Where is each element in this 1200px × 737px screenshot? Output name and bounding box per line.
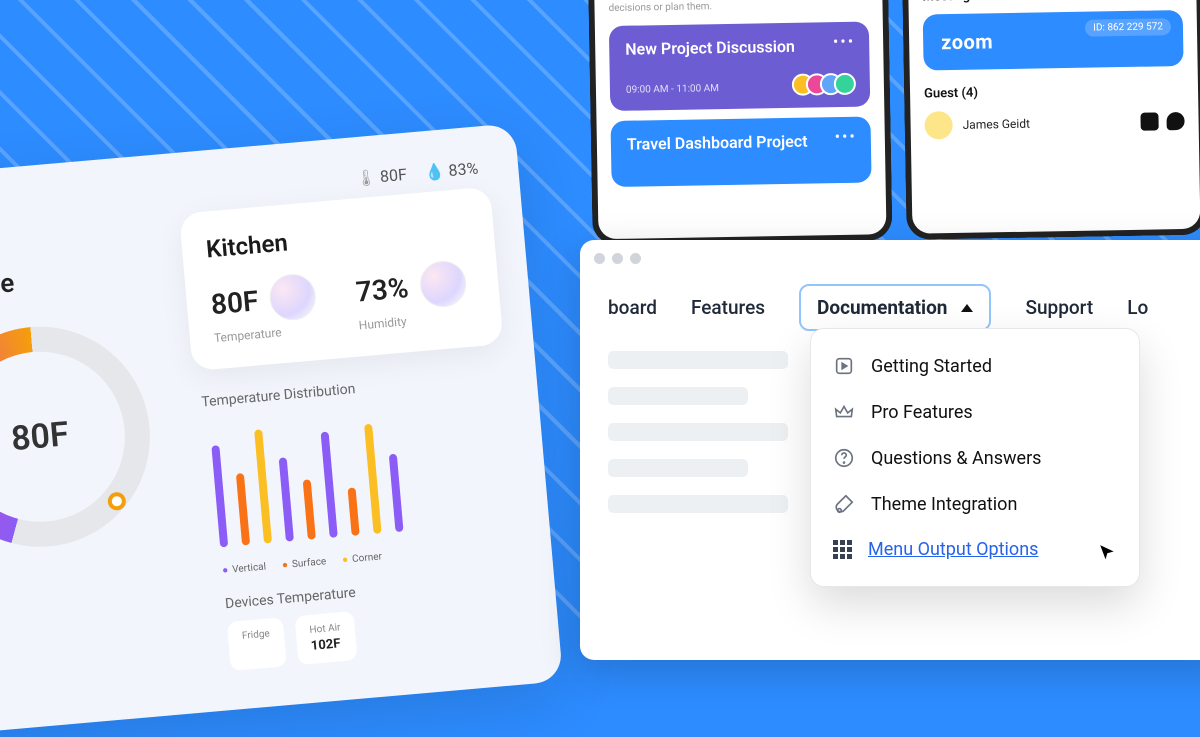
kitchen-hum-label: Humidity: [358, 314, 407, 332]
browser-window: board Features Documentation Support Lo …: [580, 240, 1200, 660]
temp-bubble-icon: [268, 272, 318, 322]
nav-board[interactable]: board: [608, 296, 657, 319]
gauge-value: 80F: [9, 414, 70, 459]
droplet-icon: 💧83%: [424, 159, 479, 183]
phone-icon[interactable]: [1140, 112, 1158, 130]
nav-documentation[interactable]: Documentation: [799, 284, 991, 331]
dashboard-card: 🌡80F 💧83% perature 80F Kitchen 80F: [0, 123, 563, 737]
event-card[interactable]: ••• New Project Discussion 09:00 AM - 11…: [609, 21, 870, 111]
grid-icon: [833, 540, 852, 559]
nav-features[interactable]: Features: [691, 296, 765, 319]
phone-meeting: Host Cristofer Donin 15 Minutes Meeting …: [901, 0, 1200, 240]
paint-icon: [833, 493, 855, 515]
chart-legend: Vertical Surface Corner: [216, 540, 516, 577]
avatar-stack: [800, 73, 856, 96]
guest-label: Guest (4): [924, 82, 1184, 102]
dd-menu-output[interactable]: Menu Output Options: [811, 527, 1139, 572]
kitchen-hum-value: 73%: [354, 271, 409, 308]
event-card[interactable]: ••• Travel Dashboard Project: [610, 116, 871, 187]
device-box[interactable]: Fridge: [227, 617, 287, 671]
kitchen-temp-label: Temperature: [213, 325, 282, 345]
zoom-id-badge: ID: 862 229 572: [1085, 18, 1171, 36]
temperature-gauge: 80F: [0, 318, 159, 556]
chat-icon[interactable]: [1166, 112, 1184, 130]
guest-row[interactable]: James Geidt: [924, 107, 1184, 140]
events-subtitle: It's a good day to start any event, you …: [608, 0, 868, 16]
device-box[interactable]: Hot Air102F: [294, 611, 357, 665]
kitchen-card: Kitchen 80F Temperature 73%: [179, 187, 504, 372]
nav-login[interactable]: Lo: [1127, 296, 1148, 319]
zoom-logo: zoom: [941, 29, 993, 54]
kitchen-temp-value: 80F: [210, 284, 260, 321]
nav-support[interactable]: Support: [1025, 296, 1093, 319]
gauge-title: perature: [0, 256, 157, 307]
kitchen-title: Kitchen: [205, 213, 470, 264]
crown-icon: [833, 401, 855, 423]
dd-pro-features[interactable]: Pro Features: [811, 389, 1139, 435]
dd-questions[interactable]: Questions & Answers: [811, 435, 1139, 481]
documentation-dropdown: Getting Started Pro Features Questions &…: [810, 328, 1140, 587]
distribution-chart: [204, 402, 513, 548]
zoom-card[interactable]: ID: 862 229 572 zoom: [923, 10, 1184, 71]
caret-up-icon: [961, 304, 973, 312]
play-icon: [833, 355, 855, 377]
window-controls: [580, 240, 1200, 276]
question-icon: [833, 447, 855, 469]
thermometer-icon: 🌡80F: [355, 165, 408, 188]
avatar: [924, 111, 952, 139]
platform-label: Meeting Platform: [922, 0, 1182, 5]
cursor-icon: [1094, 540, 1122, 572]
distribution-title: Temperature Distribution: [201, 368, 501, 410]
dd-theme[interactable]: Theme Integration: [811, 481, 1139, 527]
more-icon[interactable]: •••: [833, 32, 856, 51]
dd-getting-started[interactable]: Getting Started: [811, 343, 1139, 389]
phone-events: Today (8) Tommorow (6) 26 Aug It's a goo…: [587, 0, 892, 245]
more-icon[interactable]: •••: [834, 127, 857, 146]
hum-bubble-icon: [418, 259, 468, 309]
